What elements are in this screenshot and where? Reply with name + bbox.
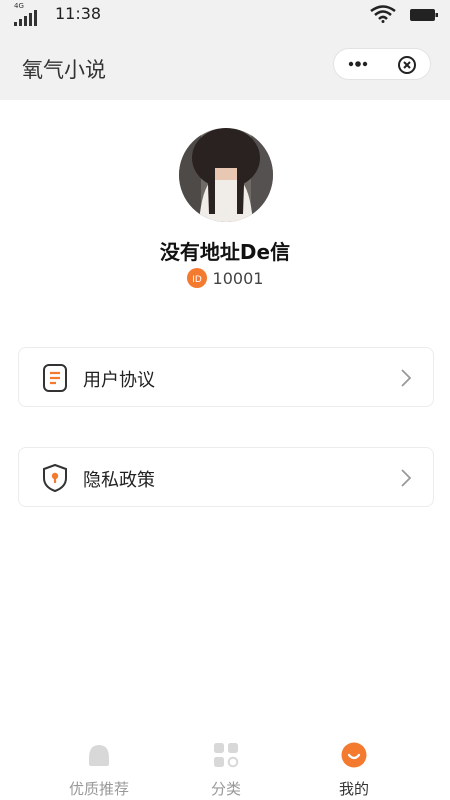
page-title: 氧气小说 — [22, 58, 106, 82]
network-type: 4G — [14, 2, 24, 10]
mini-program-capsule — [333, 48, 431, 80]
category-icon — [214, 743, 239, 768]
profile-icon — [341, 742, 367, 768]
tab-label: 我的 — [338, 780, 369, 798]
tab-label: 分类 — [210, 780, 241, 798]
menu-item-label: 用户协议 — [83, 370, 155, 391]
avatar[interactable] — [179, 128, 273, 222]
tab-recommend[interactable]: 优质推荐 — [44, 730, 154, 800]
more-icon[interactable] — [346, 55, 370, 73]
close-icon[interactable] — [396, 54, 418, 76]
tab-label: 优质推荐 — [68, 780, 129, 798]
document-icon — [43, 364, 67, 392]
tab-category[interactable]: 分类 — [171, 730, 281, 800]
svg-text:ID: ID — [192, 275, 202, 285]
status-bar: 4G 11:38 — [0, 0, 450, 34]
user-id-row: ID 10001 — [0, 268, 450, 288]
recommend-icon — [89, 745, 109, 766]
tab-mine[interactable]: 我的 — [299, 730, 409, 800]
menu-item-privacy-policy[interactable]: 隐私政策 — [18, 447, 434, 507]
chevron-right-icon — [401, 369, 412, 387]
menu-item-label: 隐私政策 — [83, 470, 155, 491]
menu-item-user-agreement[interactable]: 用户协议 — [18, 347, 434, 407]
user-id: 10001 — [212, 268, 264, 288]
tab-bar: 优质推荐 分类 我的 — [0, 730, 450, 800]
user-nickname: 没有地址De信 — [159, 240, 291, 264]
profile-header: 没有地址De信 ID 10001 — [0, 100, 450, 300]
id-badge-icon: ID — [186, 268, 207, 288]
battery-icon — [410, 9, 438, 21]
wifi-icon — [370, 5, 396, 23]
shield-icon — [43, 463, 67, 493]
signal-icon — [14, 10, 37, 26]
nav-bar: 氧气小说 — [0, 34, 450, 100]
avatar-photo — [179, 128, 273, 222]
status-time: 11:38 — [55, 4, 102, 23]
chevron-right-icon — [401, 469, 412, 487]
